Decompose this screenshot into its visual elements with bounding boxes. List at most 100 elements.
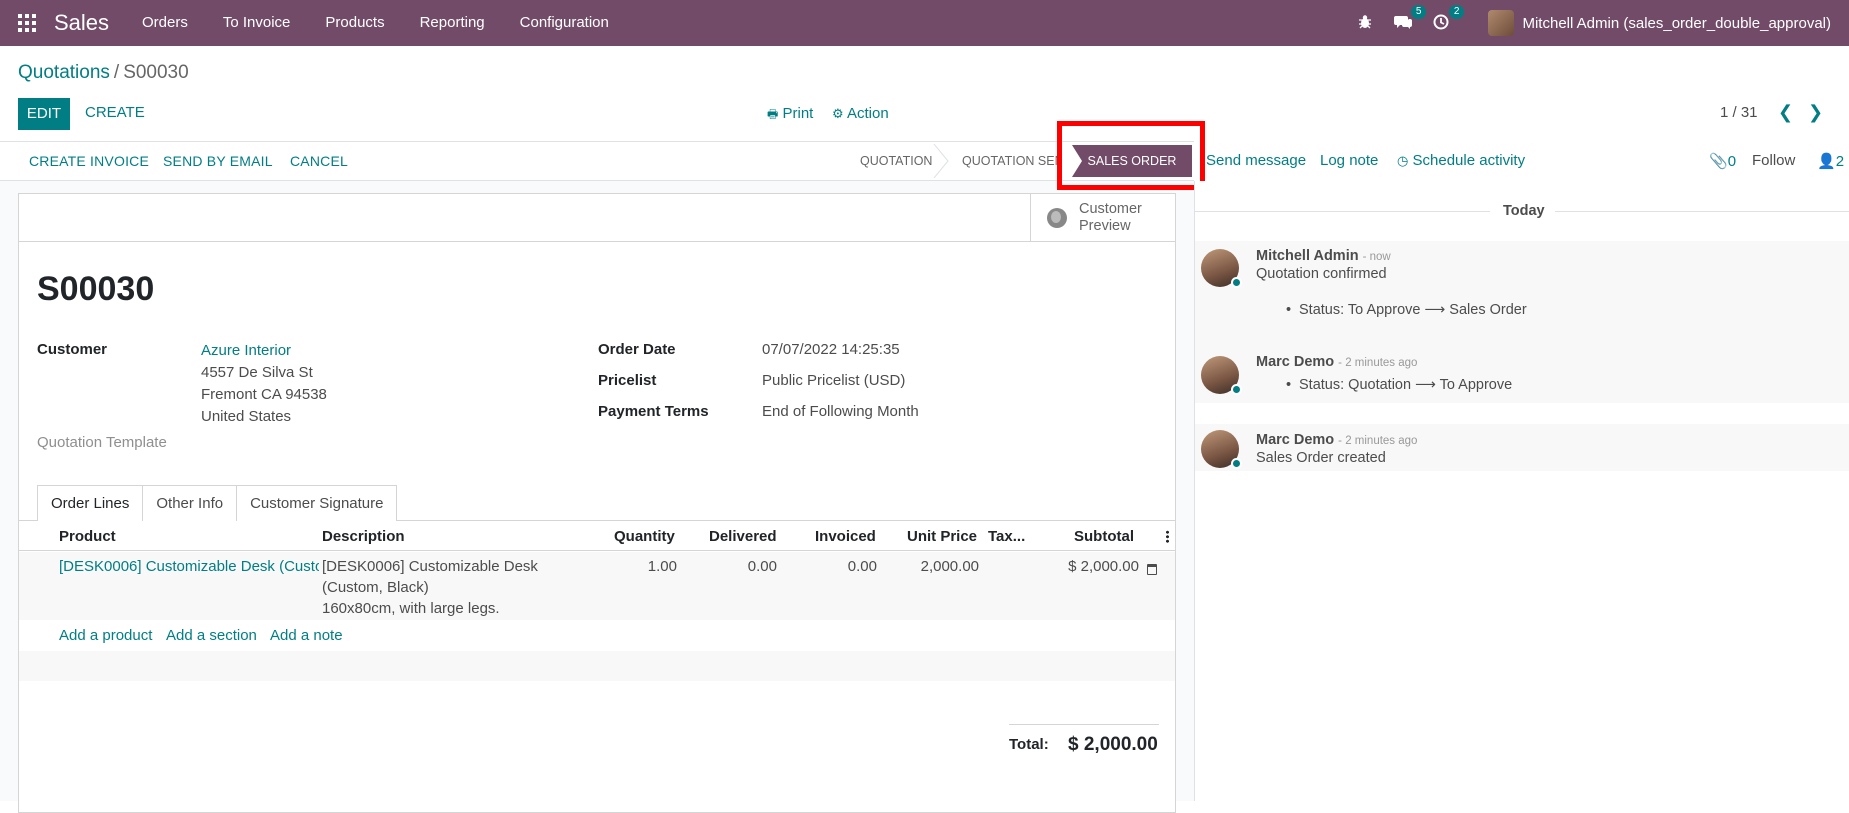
app-name[interactable]: Sales: [54, 10, 109, 36]
message-author-name: Mitchell Admin: [1256, 248, 1359, 264]
add-product-link[interactable]: Add a product: [59, 627, 152, 644]
breadcrumb-separator: /: [113, 62, 120, 83]
payment-terms-value: End of Following Month: [762, 403, 919, 420]
send-by-email-button[interactable]: SEND BY EMAIL: [163, 153, 273, 169]
stage-separator-icon: [933, 144, 949, 178]
cell-subtotal: $ 2,000.00: [1068, 558, 1139, 575]
add-line-row: Add a product Add a section Add a note: [19, 621, 1175, 651]
col-product[interactable]: Product: [59, 528, 116, 545]
date-divider-right: [1555, 211, 1849, 212]
attachments-button[interactable]: 📎0: [1709, 152, 1736, 170]
globe-icon: [1047, 208, 1067, 228]
highlight-box: [1057, 121, 1205, 190]
menu-to-invoice[interactable]: To Invoice: [223, 14, 291, 31]
cell-quantity: 1.00: [647, 558, 677, 575]
attachments-count: 0: [1727, 153, 1737, 170]
table-row[interactable]: [DESK0006] Customizable Desk (Custo... […: [19, 552, 1175, 620]
cancel-button[interactable]: CANCEL: [290, 153, 348, 169]
cell-description-line-3: 160x80cm, with large legs.: [322, 600, 500, 617]
action-button[interactable]: ⚙ Action: [832, 105, 889, 122]
pager-next-icon[interactable]: ❯: [1808, 102, 1823, 123]
menu-reporting[interactable]: Reporting: [420, 14, 485, 31]
col-quantity[interactable]: Quantity: [614, 528, 675, 545]
message-body: Quotation confirmed: [1256, 266, 1387, 282]
add-note-link[interactable]: Add a note: [270, 627, 343, 644]
col-subtotal[interactable]: Subtotal: [1074, 528, 1134, 545]
breadcrumb-current: S00030: [123, 62, 189, 83]
stage-quotation-sent[interactable]: QUOTATION SENT: [962, 142, 1062, 180]
customer-label: Customer: [37, 341, 108, 358]
customer-address-street: 4557 De Silva St: [201, 364, 313, 381]
menu-orders[interactable]: Orders: [142, 14, 188, 31]
create-button[interactable]: CREATE: [85, 104, 145, 121]
cell-product[interactable]: [DESK0006] Customizable Desk (Custo...: [59, 556, 319, 577]
total-divider: [1009, 724, 1159, 725]
message-author[interactable]: Mitchell Admin - now: [1256, 248, 1391, 264]
user-menu[interactable]: Mitchell Admin (sales_order_double_appro…: [1488, 10, 1831, 36]
trash-icon[interactable]: [1147, 564, 1157, 575]
col-description[interactable]: Description: [322, 528, 405, 545]
date-divider-left: [1195, 211, 1490, 212]
table-header: Product Description Quantity Delivered I…: [19, 521, 1175, 551]
tab-other-info[interactable]: Other Info: [142, 485, 238, 521]
pager-previous-icon[interactable]: ❮: [1778, 102, 1793, 123]
menu-configuration[interactable]: Configuration: [520, 14, 609, 31]
pager-value[interactable]: 1 / 31: [1720, 104, 1758, 121]
stage-quotation[interactable]: QUOTATION: [860, 142, 932, 180]
send-message-button[interactable]: Send message: [1206, 152, 1306, 169]
status-bar: CREATE INVOICE SEND BY EMAIL CANCEL QUOT…: [0, 141, 1194, 181]
pricelist-value: Public Pricelist (USD): [762, 372, 906, 389]
create-invoice-button[interactable]: CREATE INVOICE: [29, 153, 149, 169]
total-value: $ 2,000.00: [1068, 734, 1158, 755]
user-avatar: [1488, 10, 1515, 36]
message-body: Sales Order created: [1256, 450, 1386, 466]
tab-order-lines[interactable]: Order Lines: [37, 485, 144, 521]
document-title: S00030: [37, 270, 155, 308]
message-author[interactable]: Marc Demo - 2 minutes ago: [1256, 432, 1417, 448]
pricelist-label: Pricelist: [598, 372, 657, 389]
followers-button[interactable]: 👤2: [1817, 152, 1844, 170]
tracking-value: Status: Quotation ⟶ To Approve: [1286, 377, 1512, 393]
optional-columns-icon[interactable]: [1166, 530, 1169, 543]
customer-link[interactable]: Azure Interior: [201, 340, 291, 362]
tab-customer-signature[interactable]: Customer Signature: [236, 485, 398, 521]
debug-bug-icon[interactable]: [1356, 14, 1374, 32]
col-delivered[interactable]: Delivered: [709, 528, 777, 545]
customer-preview-button[interactable]: Customer Preview: [1030, 194, 1175, 241]
log-note-button[interactable]: Log note: [1320, 152, 1378, 169]
col-taxes[interactable]: Tax...: [988, 528, 1025, 545]
chatter-message: Mitchell Admin - now Quotation confirmed …: [1195, 241, 1849, 346]
edit-button[interactable]: EDIT: [18, 98, 70, 130]
order-date-value: 07/07/2022 14:25:35: [762, 341, 900, 358]
activities-clock-icon[interactable]: 2: [1432, 5, 1465, 32]
print-button[interactable]: 🖶 Print: [767, 105, 813, 126]
customer-address-city: Fremont CA 94538: [201, 386, 327, 403]
messages-icon[interactable]: 5: [1394, 5, 1427, 32]
message-author-name: Marc Demo: [1256, 432, 1335, 448]
col-invoiced[interactable]: Invoiced: [815, 528, 876, 545]
user-icon: 👤: [1817, 153, 1836, 170]
schedule-activity-label: Schedule activity: [1412, 152, 1526, 169]
total-label: Total:: [1009, 736, 1049, 753]
date-separator: Today: [1503, 203, 1545, 219]
apps-menu-icon[interactable]: [18, 14, 36, 32]
top-navbar: Sales Orders To Invoice Products Reporti…: [0, 0, 1849, 46]
order-date-label: Order Date: [598, 341, 676, 358]
message-author[interactable]: Marc Demo - 2 minutes ago: [1256, 354, 1417, 370]
online-status-icon: [1231, 458, 1242, 469]
message-date: - 2 minutes ago: [1338, 357, 1418, 369]
paperclip-icon: 📎: [1709, 153, 1728, 170]
schedule-activity-button[interactable]: ◷ Schedule activity: [1397, 152, 1525, 169]
cell-unit-price: 2,000.00: [920, 558, 979, 575]
add-section-link[interactable]: Add a section: [166, 627, 257, 644]
menu-products[interactable]: Products: [325, 14, 384, 31]
breadcrumb-quotations[interactable]: Quotations: [18, 62, 110, 83]
col-unit-price[interactable]: Unit Price: [907, 528, 977, 545]
chatter-panel: Today Mitchell Admin - now Quotation conf…: [1194, 181, 1849, 801]
follow-button[interactable]: Follow: [1752, 152, 1795, 169]
cell-description-line-1: [DESK0006] Customizable Desk: [322, 558, 538, 575]
message-author-name: Marc Demo: [1256, 354, 1335, 370]
customer-preview-line-2: Preview: [1079, 218, 1131, 234]
activities-count-badge: 2: [1448, 5, 1465, 19]
empty-row: [19, 651, 1175, 681]
